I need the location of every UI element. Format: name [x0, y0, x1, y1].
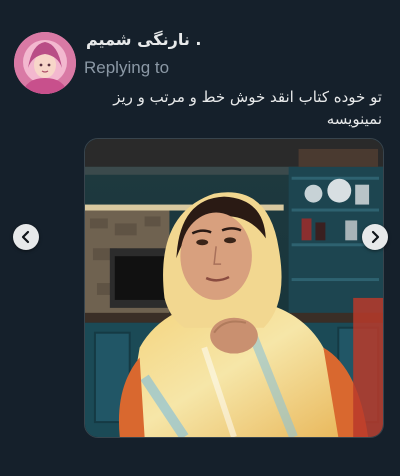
carousel-next-button[interactable] — [362, 224, 388, 250]
tweet-text-line: تو خوده کتاب انقد خوش خط و مرتب و ریز — [113, 88, 382, 106]
tweet-text-line: نمینویسه — [326, 110, 382, 128]
tweet-text: تو خوده کتاب انقد خوش خط و مرتب و ریز نم… — [92, 86, 382, 130]
media-photo — [85, 139, 383, 437]
avatar[interactable] — [14, 32, 76, 94]
chevron-left-icon — [21, 230, 30, 244]
tweet-media[interactable] — [84, 138, 384, 438]
tweet-reply: نارنگی شمیم . Replying to تو خوده کتاب ا… — [0, 0, 400, 476]
replying-to-label: Replying to — [84, 58, 170, 77]
carousel-prev-button[interactable] — [13, 224, 39, 250]
chevron-right-icon — [371, 230, 380, 244]
avatar-image — [14, 32, 76, 94]
display-name[interactable]: نارنگی شمیم . — [86, 30, 202, 49]
